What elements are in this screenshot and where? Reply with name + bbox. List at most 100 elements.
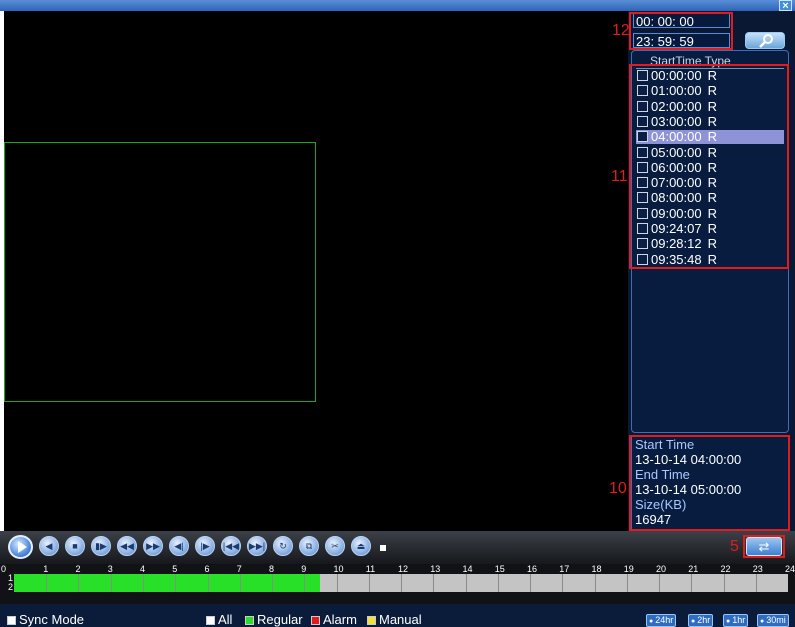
recorded-segment [14, 583, 321, 592]
file-list-item[interactable]: 05:00:00 R [636, 145, 784, 160]
file-type: R [707, 205, 717, 221]
timeline-gridline [497, 583, 499, 592]
file-type: R [707, 236, 717, 252]
file-list-item[interactable]: 00:00:00 R [636, 69, 784, 83]
file-list-item[interactable]: 09:00:00 R [636, 205, 784, 221]
file-list-item[interactable]: 09:28:12 R [636, 237, 784, 251]
filter-all-checkbox[interactable]: All [206, 612, 232, 627]
file-checkbox[interactable] [637, 253, 648, 265]
end-time-field[interactable]: 23: 59: 59 [633, 33, 730, 49]
file-list-item[interactable]: 09:24:07 R [636, 222, 784, 236]
file-checkbox[interactable] [637, 223, 648, 234]
file-list-item[interactable]: 03:00:00 R [636, 113, 784, 129]
timeline-hour-label: 3 [107, 564, 113, 574]
file-start-time: 06:00:00 [651, 159, 702, 175]
file-type: R [707, 83, 717, 99]
timeline-gridline [659, 574, 660, 583]
file-type: R [707, 113, 717, 129]
file-list-item[interactable]: 02:00:00 R [636, 98, 784, 114]
previous-file-button[interactable]: |◀◀ [221, 536, 241, 556]
zoom-1hr-button[interactable]: 1hr [723, 614, 749, 627]
timeline-gridline [562, 574, 564, 583]
file-checkbox[interactable] [637, 146, 648, 158]
checkbox-icon[interactable] [311, 616, 320, 625]
next-file-button[interactable]: ▶▶| [247, 536, 267, 556]
stop-button[interactable]: ■ [65, 536, 85, 556]
file-checkbox[interactable] [637, 177, 648, 189]
channel-track[interactable] [14, 574, 788, 583]
fast-backward-button[interactable]: ◀◀ [117, 536, 137, 556]
checkbox-icon[interactable] [367, 616, 376, 625]
timeline-gridline [433, 574, 435, 583]
timeline-gridline [626, 574, 628, 583]
timeline-hour-label: 14 [462, 564, 473, 574]
checkbox-icon[interactable] [206, 616, 215, 625]
file-checkbox[interactable] [637, 192, 648, 204]
sync-mode-checkbox[interactable]: Sync Mode [7, 612, 84, 627]
file-type: R [707, 68, 717, 83]
file-checkbox[interactable] [637, 70, 648, 81]
file-checkbox[interactable] [637, 161, 648, 173]
stop-indicator [380, 545, 386, 551]
file-start-time: 03:00:00 [651, 113, 702, 129]
timeline-gridline [207, 583, 209, 592]
previous-frame-button[interactable]: ◀| [169, 536, 189, 556]
file-type: R [707, 175, 717, 191]
file-type: R [707, 129, 717, 145]
file-list-item[interactable]: 06:00:00 R [636, 159, 784, 175]
timeline-gridline [336, 574, 338, 583]
file-start-time: 00:00:00 [651, 68, 702, 83]
zoom-24hr-button[interactable]: 24hr [646, 614, 677, 627]
file-checkbox[interactable] [637, 100, 648, 112]
file-list-item[interactable]: 04:00:00 R [636, 129, 784, 145]
timeline-gridline [304, 583, 306, 592]
video-area[interactable] [4, 11, 628, 531]
file-start-time: 08:00:00 [651, 190, 702, 206]
slow-button[interactable]: ▮▶ [91, 536, 111, 556]
timeline-gridline [110, 583, 112, 592]
end-time-value: 13-10-14 05:00:00 [635, 482, 742, 497]
timeline-hour-label: 1 [43, 564, 49, 574]
filter-alarm-checkbox[interactable]: Alarm [311, 612, 357, 627]
channel-track[interactable] [14, 583, 788, 592]
filter-manual-checkbox[interactable]: Manual [367, 612, 422, 627]
play-button[interactable] [8, 535, 33, 559]
annotation-label-5: 5 [730, 538, 739, 555]
fullscreen-button[interactable]: ⧉ [299, 536, 319, 556]
file-list-item[interactable]: 07:00:00 R [636, 176, 784, 190]
file-checkbox[interactable] [637, 207, 648, 219]
search-button[interactable] [745, 32, 785, 49]
backup-button[interactable]: ⏏ [351, 536, 371, 556]
close-button[interactable]: × [779, 0, 792, 12]
checkbox-icon[interactable] [245, 616, 254, 625]
zoom-2hr-button[interactable]: 2hr [688, 614, 714, 627]
loop-button[interactable]: ↻ [273, 536, 293, 556]
next-frame-button[interactable]: |▶ [195, 536, 215, 556]
timeline-gridline [110, 574, 112, 583]
sync-mode-box[interactable] [7, 616, 16, 625]
reverse-play-button[interactable]: ◀ [39, 536, 59, 556]
timeline-gridline [594, 574, 596, 583]
timeline-hour-label: 13 [430, 564, 441, 574]
file-start-time: 09:24:07 [651, 221, 702, 236]
timeline-gridline [755, 583, 757, 592]
file-start-time: 02:00:00 [651, 98, 702, 114]
clip-button[interactable]: ✂ [325, 536, 345, 556]
start-time-field[interactable]: 00: 00: 00 [633, 13, 730, 29]
file-list-item[interactable]: 09:35:48 R [636, 252, 784, 267]
file-list-item[interactable]: 01:00:00 R [636, 84, 784, 98]
file-checkbox[interactable] [637, 238, 648, 250]
file-checkbox[interactable] [637, 131, 648, 143]
file-list-item[interactable]: 08:00:00 R [636, 191, 784, 205]
filter-regular-checkbox[interactable]: Regular [245, 612, 303, 627]
fast-forward-button[interactable]: ▶▶ [143, 536, 163, 556]
file-type: R [707, 159, 717, 175]
zoom-30mi-button[interactable]: 30mi [757, 614, 789, 627]
file-checkbox[interactable] [637, 85, 648, 97]
file-checkbox[interactable] [637, 115, 648, 127]
file-type: R [707, 190, 717, 206]
refresh-button[interactable]: ⇄ [746, 537, 782, 556]
timeline-gridline [723, 583, 725, 592]
timeline-hour-label: 17 [559, 564, 570, 574]
timeline-gridline [626, 583, 628, 592]
